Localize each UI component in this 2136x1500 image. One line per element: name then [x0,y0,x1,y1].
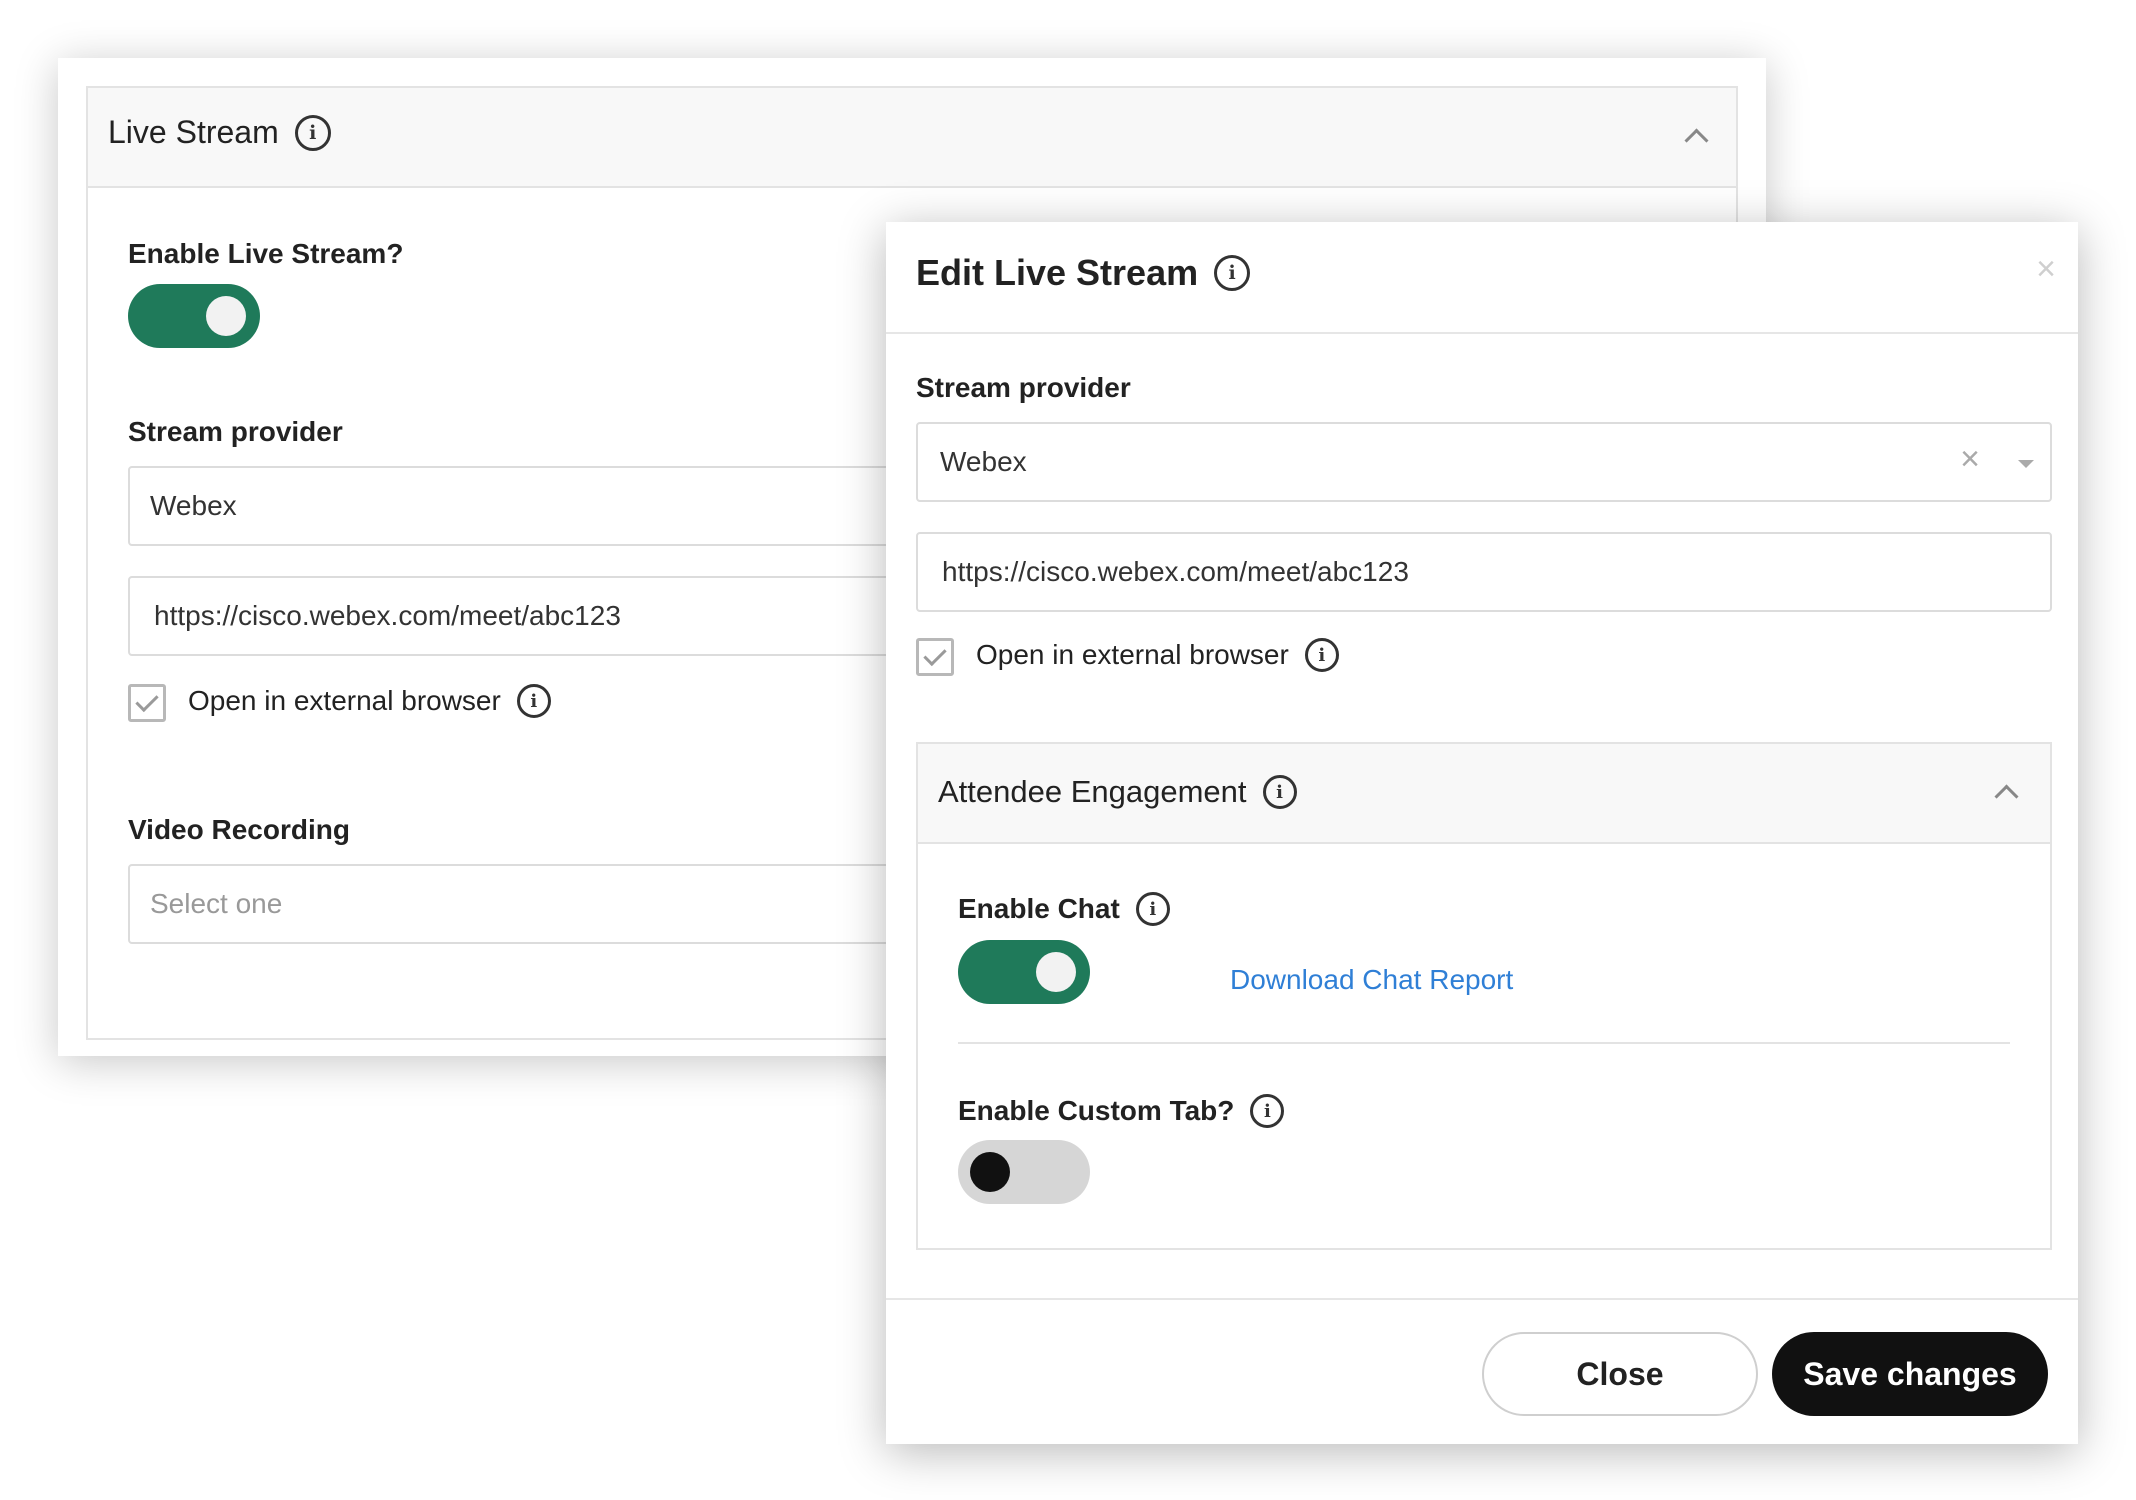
modal-title: Edit Live Stream [916,252,1199,293]
open-external-label: Open in external browser [188,685,501,716]
modal-header: Edit Live Stream i × [886,222,2078,334]
attendee-engagement-title-wrap: Attendee Engagement i [938,774,1297,810]
divider [958,1042,2010,1044]
stream-url-value: https://cisco.webex.com/meet/abc123 [154,600,621,631]
live-stream-section-title-wrap: Live Stream i [108,114,331,151]
enable-custom-tab-toggle[interactable] [958,1140,1090,1204]
close-button[interactable]: Close [1482,1332,1758,1416]
enable-custom-tab-label: Enable Custom Tab? [958,1095,1235,1126]
footer-divider [886,1298,2078,1300]
toggle-knob [970,1152,1010,1192]
live-stream-card-header[interactable]: Live Stream i [88,88,1736,188]
enable-custom-tab-label-wrap: Enable Custom Tab? i [958,1094,1285,1128]
attendee-engagement-title: Attendee Engagement [938,774,1247,809]
save-changes-button[interactable]: Save changes [1772,1332,2048,1416]
download-chat-report-link[interactable]: Download Chat Report [1230,964,1513,996]
stream-provider-value: Webex [150,490,237,521]
toggle-knob [206,296,246,336]
open-external-checkbox[interactable] [128,684,166,722]
edit-live-stream-modal: Edit Live Stream i × Stream provider Web… [886,222,2078,1444]
stream-url-value: https://cisco.webex.com/meet/abc123 [942,556,1409,587]
clear-selection-icon[interactable]: × [1960,440,1980,479]
enable-chat-label-wrap: Enable Chat i [958,892,1170,926]
info-icon[interactable]: i [1304,638,1339,672]
info-icon[interactable]: i [1135,892,1170,926]
info-icon[interactable]: i [294,114,331,151]
stream-provider-label: Stream provider [128,416,343,447]
enable-chat-label: Enable Chat [958,893,1120,924]
open-external-checkbox[interactable] [916,638,954,676]
caret-down-icon[interactable] [2018,460,2034,468]
attendee-engagement-header[interactable]: Attendee Engagement i [918,744,2050,844]
enable-live-stream-toggle[interactable] [128,284,260,348]
video-recording-placeholder: Select one [150,888,283,919]
open-external-label-wrap: Open in external browser i [188,684,551,718]
open-external-label-wrap: Open in external browser i [976,638,1339,672]
info-icon[interactable]: i [1214,255,1251,291]
info-icon[interactable]: i [1262,775,1297,809]
enable-live-stream-label: Enable Live Stream? [128,238,404,269]
live-stream-section-title: Live Stream [108,114,279,150]
chevron-up-icon[interactable] [1994,784,2019,809]
stream-provider-value: Webex [940,446,1027,477]
info-icon[interactable]: i [1250,1094,1285,1128]
open-external-label: Open in external browser [976,639,1289,670]
stream-url-input[interactable]: https://cisco.webex.com/meet/abc123 [916,532,2052,612]
modal-title-wrap: Edit Live Stream i [916,252,1251,294]
attendee-engagement-card: Attendee Engagement i Enable Chat i Down… [916,742,2052,1250]
video-recording-label: Video Recording [128,814,350,845]
toggle-knob [1036,952,1076,992]
stream-provider-select[interactable]: Webex × [916,422,2052,502]
close-icon[interactable]: × [2036,250,2056,289]
enable-chat-toggle[interactable] [958,940,1090,1004]
stream-provider-label: Stream provider [916,372,1131,403]
chevron-up-icon[interactable] [1684,128,1709,153]
info-icon[interactable]: i [516,684,551,718]
